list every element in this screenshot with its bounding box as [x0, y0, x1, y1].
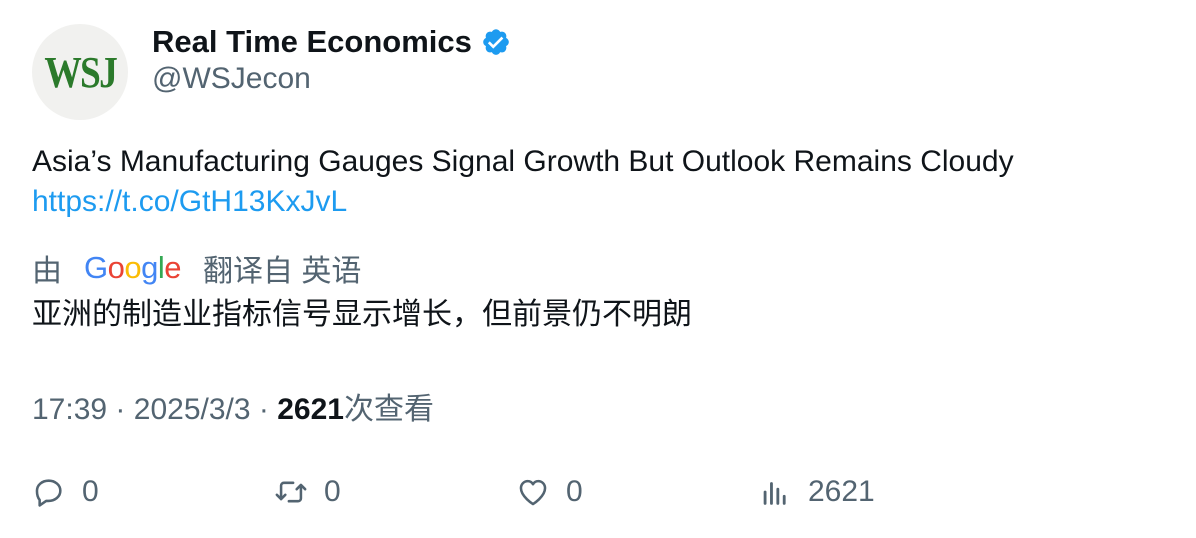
avatar[interactable]: WSJ: [32, 24, 128, 120]
retweet-button[interactable]: 0: [274, 470, 341, 514]
translated-text: 亚洲的制造业指标信号显示增长，但前景仍不明朗: [32, 298, 692, 331]
views-count: 2621: [277, 393, 344, 426]
avatar-logo-text: WSJ: [44, 47, 118, 97]
translation-suffix[interactable]: 翻译自 英语: [203, 246, 361, 290]
tweet-date[interactable]: 2025/3/3: [134, 393, 251, 426]
google-logo: Google: [84, 250, 182, 285]
views-label: 次查看: [343, 393, 434, 426]
author-name-row: Real Time Economics: [152, 22, 511, 62]
like-count: 0: [566, 475, 583, 508]
display-name[interactable]: Real Time Economics: [152, 24, 472, 60]
verified-badge-icon: [483, 29, 509, 55]
like-button[interactable]: 0: [516, 470, 583, 514]
analytics-icon: [763, 482, 786, 505]
translation-attribution: 由 Google 翻译自 英语: [32, 246, 361, 290]
tweet-time[interactable]: 17:39: [32, 393, 107, 426]
tweet-text: Asia’s Manufacturing Gauges Signal Growt…: [32, 145, 1014, 178]
analytics-count: 2621: [808, 475, 875, 508]
action-bar: 0 0 0 2621: [0, 470, 1196, 514]
retweet-icon: [275, 481, 307, 503]
meta-separator: ·: [115, 393, 126, 426]
tweet-meta: 17:39 · 2025/3/3 · 2621次查看: [32, 384, 434, 428]
meta-separator: ·: [258, 393, 269, 426]
heart-icon: [519, 479, 547, 506]
tweet-link[interactable]: https://t.co/GtH13KxJvL: [32, 182, 1014, 222]
translation-prefix: 由: [32, 255, 62, 288]
reply-icon: [35, 479, 62, 507]
retweet-count: 0: [324, 475, 341, 508]
reply-button[interactable]: 0: [32, 470, 99, 514]
tweet-body: Asia’s Manufacturing Gauges Signal Growt…: [32, 142, 1014, 222]
reply-count: 0: [82, 475, 99, 508]
author-handle[interactable]: @WSJecon: [152, 62, 311, 96]
analytics-button[interactable]: 2621: [758, 470, 875, 514]
